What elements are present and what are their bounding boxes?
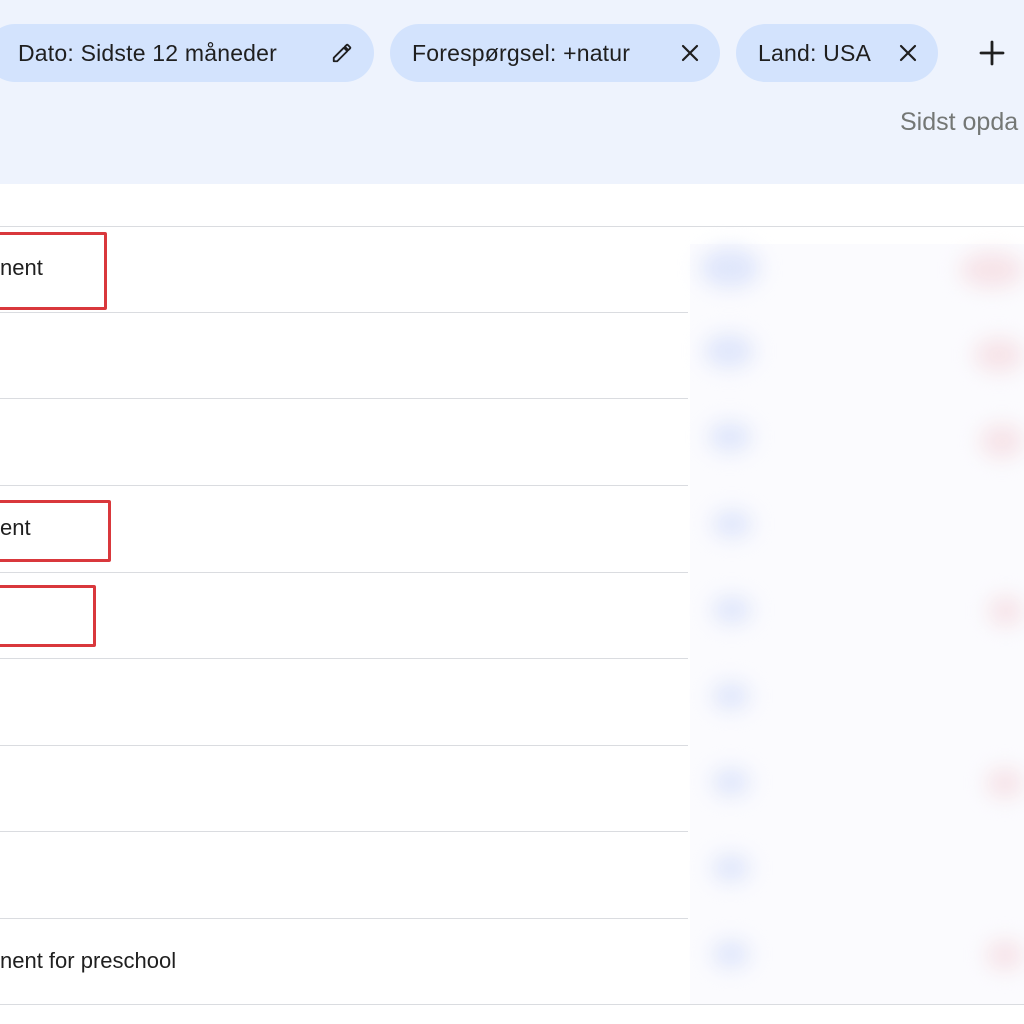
table-row[interactable]: [0, 745, 688, 832]
blurred-value: [704, 334, 754, 368]
blurred-value: [986, 940, 1024, 970]
date-filter-chip[interactable]: Dato: Sidste 12 måneder: [0, 24, 374, 82]
close-icon[interactable]: [896, 41, 920, 65]
query-filter-label: Forespørgsel: +natur: [412, 39, 631, 66]
blurred-value: [708, 422, 752, 452]
highlight-box: [0, 232, 107, 310]
blurred-value: [712, 940, 750, 968]
blurred-value: [712, 768, 750, 796]
table-row[interactable]: [0, 312, 688, 399]
table-header-row: [0, 184, 1024, 227]
close-icon[interactable]: [678, 41, 702, 65]
row-query-text: nent for preschool: [0, 948, 177, 973]
country-filter-label: Land: USA: [758, 39, 872, 66]
blurred-value: [712, 510, 752, 538]
pencil-icon[interactable]: [330, 41, 354, 65]
filter-chip-row: Dato: Sidste 12 måneder Forespørgsel: +n…: [0, 24, 1014, 82]
queries-table: [0, 184, 1024, 227]
last-updated-text: Sidst opda: [900, 108, 1019, 136]
blurred-value: [986, 768, 1024, 798]
blurred-value: [988, 596, 1024, 626]
table-row[interactable]: [0, 832, 688, 919]
table-divider: [0, 1004, 1024, 1005]
table-row[interactable]: [0, 659, 688, 746]
table-row[interactable]: [0, 572, 688, 659]
add-filter-button[interactable]: [970, 31, 1014, 75]
blurred-value: [960, 252, 1024, 288]
blurred-value: [974, 338, 1024, 372]
highlight-box: [0, 500, 111, 562]
query-filter-chip[interactable]: Forespørgsel: +natur: [390, 24, 720, 82]
table-row[interactable]: nent for preschool: [0, 918, 688, 1004]
plus-icon: [979, 40, 1005, 66]
blurred-value: [712, 682, 750, 710]
blurred-value: [700, 248, 760, 288]
blurred-value: [712, 596, 752, 624]
table-row[interactable]: [0, 399, 688, 486]
blurred-value: [980, 424, 1024, 458]
blurred-value: [712, 854, 750, 882]
date-filter-label: Dato: Sidste 12 måneder: [18, 39, 278, 66]
country-filter-chip[interactable]: Land: USA: [736, 24, 938, 82]
highlight-box: [0, 585, 96, 647]
blurred-metrics-area: [690, 244, 1024, 1004]
filter-header: Dato: Sidste 12 måneder Forespørgsel: +n…: [0, 0, 1024, 184]
